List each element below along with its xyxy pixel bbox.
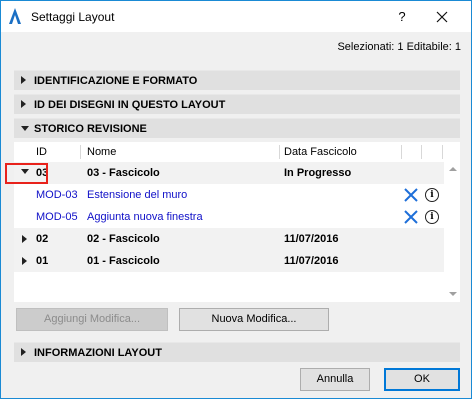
- column-divider: [401, 145, 402, 159]
- section-storico-revisione[interactable]: STORICO REVISIONE: [14, 118, 460, 138]
- settaggi-layout-dialog: Settaggi Layout ? Selezionati: 1 Editabi…: [0, 0, 472, 399]
- remove-icon[interactable]: [404, 210, 418, 224]
- section-id-disegni[interactable]: ID DEI DISEGNI IN QUESTO LAYOUT: [14, 94, 460, 114]
- row-date: 11/07/2016: [284, 233, 339, 245]
- row-name: 01 - Fascicolo: [87, 255, 160, 267]
- chevron-right-icon: [21, 348, 26, 356]
- help-button[interactable]: ?: [389, 4, 415, 30]
- column-header-data[interactable]: Data Fascicolo: [284, 142, 357, 162]
- aggiungi-modifica-button[interactable]: Aggiungi Modifica...: [16, 308, 168, 331]
- chevron-right-icon: [21, 76, 26, 84]
- row-name: 02 - Fascicolo: [87, 233, 160, 245]
- chevron-right-icon[interactable]: [22, 235, 27, 243]
- section-informazioni-layout[interactable]: INFORMAZIONI LAYOUT: [14, 342, 460, 362]
- annulla-button[interactable]: Annulla: [300, 368, 370, 391]
- table-row[interactable]: MOD-05 Aggiunta nuova finestra i: [14, 206, 444, 228]
- highlight-annotation: [5, 163, 48, 184]
- window-title: Settaggi Layout: [31, 10, 115, 24]
- table-row-group[interactable]: 01 01 - Fascicolo 11/07/2016: [14, 250, 444, 272]
- column-divider: [80, 145, 81, 159]
- table-row-group[interactable]: 03 03 - Fascicolo In Progresso: [14, 162, 444, 184]
- row-id: 02: [36, 233, 49, 245]
- revision-history-panel: ID Nome Data Fascicolo 03 03 - Fascicolo…: [14, 142, 460, 302]
- row-date: 11/07/2016: [284, 255, 339, 267]
- info-icon[interactable]: i: [425, 188, 439, 202]
- chevron-right-icon: [21, 100, 26, 108]
- column-divider: [421, 145, 422, 159]
- section-label: INFORMAZIONI LAYOUT: [34, 347, 162, 359]
- nuova-modifica-button[interactable]: Nuova Modifica...: [179, 308, 329, 331]
- column-divider: [279, 145, 280, 159]
- table-row-group[interactable]: 02 02 - Fascicolo 11/07/2016: [14, 228, 444, 250]
- row-date: In Progresso: [284, 167, 352, 179]
- chevron-down-icon: [21, 126, 29, 131]
- section-label: ID DEI DISEGNI IN QUESTO LAYOUT: [34, 99, 226, 111]
- row-id: MOD-05: [36, 211, 78, 223]
- section-identificazione[interactable]: IDENTIFICAZIONE E FORMATO: [14, 70, 460, 90]
- row-id: 01: [36, 255, 49, 267]
- table-row[interactable]: MOD-03 Estensione del muro i: [14, 184, 444, 206]
- scroll-down-icon[interactable]: [449, 292, 457, 296]
- row-name: Estensione del muro: [87, 189, 188, 201]
- row-name: Aggiunta nuova finestra: [87, 211, 203, 223]
- column-divider: [442, 145, 443, 159]
- row-id: MOD-03: [36, 189, 78, 201]
- ok-button[interactable]: OK: [384, 368, 460, 391]
- section-label: STORICO REVISIONE: [34, 123, 147, 135]
- title-bar: Settaggi Layout ?: [1, 1, 471, 32]
- vertical-scrollbar[interactable]: [446, 163, 460, 302]
- section-label: IDENTIFICAZIONE E FORMATO: [34, 75, 198, 87]
- column-header-nome[interactable]: Nome: [87, 142, 116, 162]
- close-icon[interactable]: [429, 4, 455, 30]
- info-icon[interactable]: i: [425, 210, 439, 224]
- selection-info: Selezionati: 1 Editabile: 1: [337, 41, 461, 53]
- row-name: 03 - Fascicolo: [87, 167, 160, 179]
- archicad-icon: [9, 8, 21, 24]
- column-header-id[interactable]: ID: [36, 142, 47, 162]
- chevron-right-icon[interactable]: [22, 257, 27, 265]
- scroll-up-icon[interactable]: [449, 167, 457, 171]
- remove-icon[interactable]: [404, 188, 418, 202]
